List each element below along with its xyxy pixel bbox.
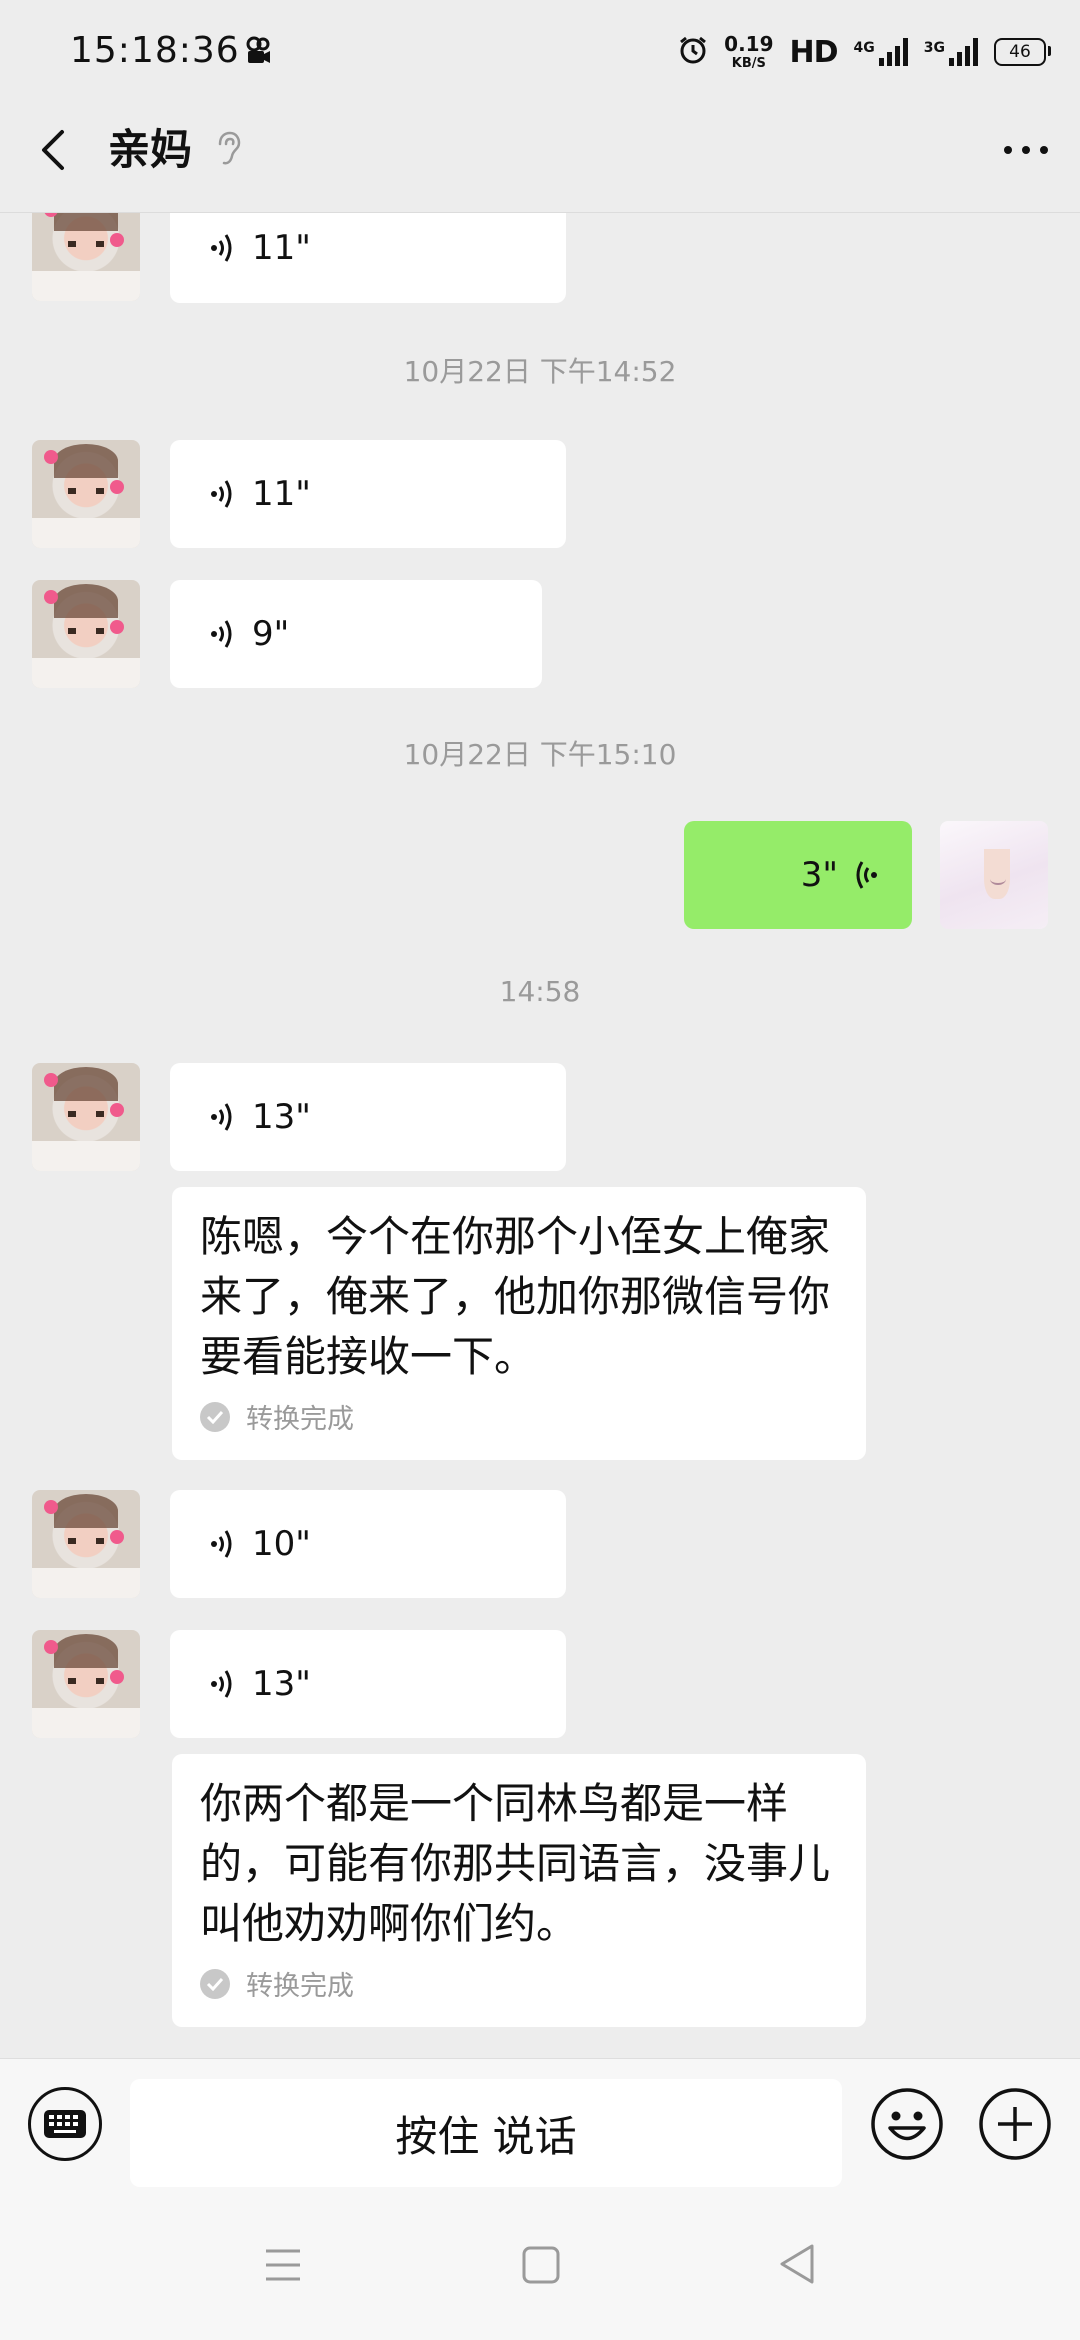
voice-transcription[interactable]: 陈嗯，今个在你那个小侄女上俺家来了，俺来了，他加你那微信号你要看能接收一下。 转… (172, 1187, 866, 1460)
timestamp: 10月22日 下午15:10 (403, 738, 677, 771)
keyboard-icon (44, 2110, 86, 2138)
voice-duration: 9" (252, 614, 290, 654)
voice-message[interactable]: 11" (170, 440, 566, 548)
voice-message[interactable]: 13" (170, 1630, 566, 1738)
voice-message[interactable]: 10" (170, 1490, 566, 1598)
voice-message[interactable]: 13" (170, 1063, 566, 1171)
ear-icon (216, 130, 242, 172)
voice-duration: 13" (252, 1097, 311, 1137)
chevron-left-icon (42, 130, 64, 170)
voice-duration: 3" (800, 855, 838, 895)
check-icon (200, 1968, 230, 1999)
contact-avatar[interactable] (32, 1630, 140, 1738)
plus-icon (979, 2088, 1051, 2160)
transcription-status: 转换完成 (200, 1397, 838, 1436)
message-list[interactable]: 11" 10月22日 下午14:52 11" 9" 10月22日 下午15:10… (0, 213, 1080, 2058)
more-dot (1022, 146, 1030, 154)
battery-indicator: 46 (994, 38, 1051, 66)
voice-transcription[interactable]: 你两个都是一个同林鸟都是一样的，可能有你那共同语言，没事儿叫他劝劝啊你们约。 转… (172, 1754, 866, 2027)
voice-message[interactable]: 11" (170, 213, 566, 303)
transcription-text: 陈嗯，今个在你那个小侄女上俺家来了，俺来了，他加你那微信号你要看能接收一下。 (200, 1212, 831, 1381)
voice-message[interactable]: 9" (170, 580, 542, 688)
contact-avatar[interactable] (32, 1490, 140, 1598)
notification-app-icon (244, 36, 272, 70)
recent-apps-button[interactable] (264, 2247, 302, 2287)
menu-icon (266, 2249, 300, 2281)
voice-wave-icon (211, 1103, 232, 1131)
hold-to-talk-button[interactable]: 按住 说话 (130, 2079, 842, 2187)
self-avatar[interactable] (940, 821, 1048, 929)
back-button[interactable] (34, 122, 74, 178)
more-functions-button[interactable] (978, 2087, 1052, 2161)
voice-wave-icon (856, 861, 877, 889)
voice-wave-icon (211, 480, 232, 508)
triangle-back-icon (780, 2244, 814, 2284)
voice-wave-icon (211, 620, 232, 648)
status-clock: 15:18:36 (70, 30, 240, 71)
signal-4g: 4G (854, 38, 908, 66)
system-back-button[interactable] (776, 2242, 816, 2290)
emoji-icon (871, 2088, 943, 2160)
transcription-status: 转换完成 (200, 1964, 838, 2003)
timestamp: 10月22日 下午14:52 (403, 355, 677, 388)
square-icon (522, 2246, 560, 2284)
contact-avatar[interactable] (32, 580, 140, 688)
voice-duration: 10" (252, 1524, 311, 1564)
contact-avatar[interactable] (32, 440, 140, 548)
net-speed: 0.19 KB/S (724, 32, 774, 71)
chat-header: 亲妈 (0, 100, 1080, 213)
more-dot (1004, 146, 1012, 154)
voice-wave-icon (211, 234, 232, 262)
contact-avatar[interactable] (32, 1063, 140, 1171)
voice-duration: 11" (252, 228, 311, 268)
home-button[interactable] (522, 2246, 560, 2288)
voice-duration: 13" (252, 1664, 311, 1704)
voice-duration: 11" (252, 474, 311, 514)
hd-indicator: HD (789, 34, 839, 70)
voice-wave-icon (211, 1530, 232, 1558)
emoji-button[interactable] (870, 2087, 944, 2161)
timestamp: 14:58 (499, 975, 581, 1008)
more-button[interactable] (1004, 122, 1048, 178)
check-icon (200, 1401, 230, 1432)
input-bar: 按住 说话 (0, 2058, 1080, 2191)
contact-avatar[interactable] (32, 213, 140, 301)
voice-wave-icon (211, 1670, 232, 1698)
transcription-text: 你两个都是一个同林鸟都是一样的，可能有你那共同语言，没事儿叫他劝劝啊你们约。 (200, 1779, 831, 1948)
alarm-icon (678, 35, 708, 69)
signal-3g: 3G (924, 38, 978, 66)
system-nav-bar (0, 2190, 1080, 2340)
chat-title: 亲妈 (108, 125, 193, 174)
more-dot (1040, 146, 1048, 154)
voice-message-self[interactable]: 3" (684, 821, 912, 929)
status-bar: 15:18:36 0.19 KB/S HD 4G 3G 46 (0, 0, 1080, 100)
keyboard-toggle-button[interactable] (28, 2087, 102, 2161)
